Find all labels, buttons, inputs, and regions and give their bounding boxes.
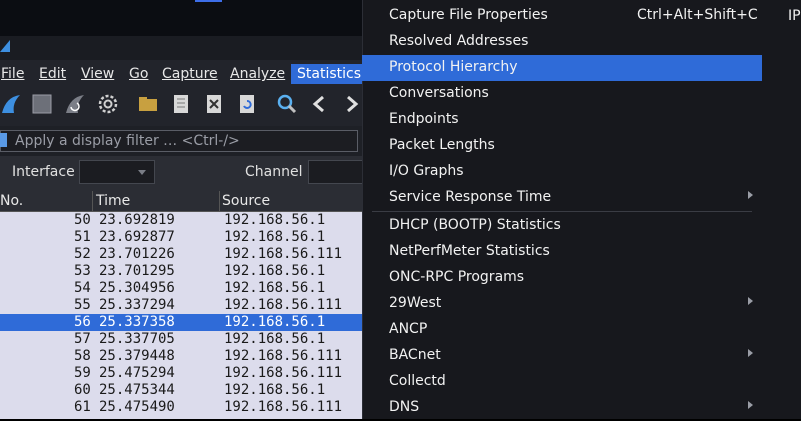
menu-item-packet-lengths[interactable]: Packet Lengths	[362, 133, 762, 159]
shark-fin-icon[interactable]	[0, 93, 22, 115]
menu-item-protocol-hierarchy[interactable]: Protocol Hierarchy	[362, 55, 762, 81]
stop-icon[interactable]	[31, 93, 53, 115]
menu-file[interactable]: File	[1, 66, 24, 82]
table-row[interactable]: 55 25.337294 192.168.56.111	[0, 297, 365, 314]
forward-arrow-icon[interactable]	[342, 93, 364, 115]
submenu-arrow-icon	[748, 401, 753, 409]
column-header-source[interactable]: Source	[222, 193, 270, 209]
wireshark-logo-icon	[0, 40, 10, 52]
menu-edit[interactable]: Edit	[39, 66, 66, 82]
table-row[interactable]: 61 25.475490 192.168.56.111	[0, 399, 365, 416]
table-row[interactable]: 58 25.379448 192.168.56.111	[0, 348, 365, 365]
open-folder-icon[interactable]	[137, 93, 159, 115]
submenu-arrow-icon	[748, 297, 753, 305]
column-divider[interactable]	[92, 191, 93, 211]
menu-item-endpoints[interactable]: Endpoints	[362, 107, 762, 133]
menu-item-onc-rpc-programs[interactable]: ONC-RPC Programs	[362, 265, 762, 291]
column-header-time[interactable]: Time	[96, 193, 130, 209]
submenu-arrow-icon	[748, 349, 753, 357]
back-arrow-icon[interactable]	[309, 93, 331, 115]
table-row[interactable]: 53 23.701295 192.168.56.1	[0, 263, 365, 280]
menu-item-ancp[interactable]: ANCP	[362, 317, 762, 343]
packet-list-header	[0, 190, 365, 212]
restart-icon[interactable]	[64, 93, 86, 115]
column-header-no[interactable]: No.	[0, 193, 23, 209]
column-divider[interactable]	[219, 191, 220, 211]
menu-item-netperfmeter-statistics[interactable]: NetPerfMeter Statistics	[362, 239, 762, 265]
ip-text: IP	[788, 8, 801, 24]
table-row[interactable]: 60 25.475344 192.168.56.1	[0, 382, 365, 399]
menu-item-bacnet[interactable]: BACnet	[362, 343, 762, 369]
menu-item-collectd[interactable]: Collectd	[362, 369, 762, 395]
channel-label: Channel	[245, 164, 303, 180]
menu-statistics[interactable]: Statistics	[291, 64, 367, 84]
menu-item-capture-file-properties[interactable]: Capture File Properties Ctrl+Alt+Shift+C	[362, 3, 762, 29]
close-file-icon[interactable]	[203, 93, 225, 115]
options-gear-icon[interactable]	[97, 93, 119, 115]
title-bar	[0, 36, 365, 60]
menu-analyze[interactable]: Analyze	[230, 66, 285, 82]
table-row-selected[interactable]: 56 25.337358 192.168.56.1	[0, 314, 365, 331]
menu-item-conversations[interactable]: Conversations	[362, 81, 762, 107]
menu-item-dhcp-statistics[interactable]: DHCP (BOOTP) Statistics	[362, 213, 762, 239]
interface-label: Interface	[12, 164, 75, 180]
bookmark-icon[interactable]	[0, 133, 7, 147]
table-row[interactable]: 59 25.475294 192.168.56.111	[0, 365, 365, 382]
table-row[interactable]: 50 23.692819 192.168.56.1	[0, 212, 365, 229]
menu-view[interactable]: View	[81, 66, 114, 82]
menu-item-io-graphs[interactable]: I/O Graphs	[362, 159, 762, 185]
menu-go[interactable]: Go	[129, 66, 148, 82]
packet-list: 50 23.692819 192.168.56.1 51 23.692877 192.1…	[0, 212, 365, 419]
table-row[interactable]: 52 23.701226 192.168.56.111	[0, 246, 365, 263]
table-row[interactable]: 57 25.337705 192.168.56.1	[0, 331, 365, 348]
find-icon[interactable]	[276, 93, 298, 115]
reload-icon[interactable]	[236, 93, 258, 115]
table-row[interactable]: 51 23.692877 192.168.56.1	[0, 229, 365, 246]
chevron-down-icon	[138, 170, 146, 175]
menu-capture[interactable]: Capture	[162, 66, 218, 82]
submenu-arrow-icon	[748, 191, 753, 199]
interface-select[interactable]	[79, 160, 155, 184]
menu-item-29west[interactable]: 29West	[362, 291, 762, 317]
menu-item-resolved-addresses[interactable]: Resolved Addresses	[362, 29, 762, 55]
save-file-icon[interactable]	[170, 93, 192, 115]
table-row[interactable]: 54 25.304956 192.168.56.1	[0, 280, 365, 297]
channel-select[interactable]	[308, 160, 365, 184]
display-filter-input[interactable]: Apply a display filter … <Ctrl-/>	[0, 130, 358, 152]
menu-item-service-response-time[interactable]: Service Response Time	[362, 185, 762, 211]
menu-item-dns[interactable]: DNS	[362, 395, 762, 421]
menu-separator	[372, 211, 752, 212]
